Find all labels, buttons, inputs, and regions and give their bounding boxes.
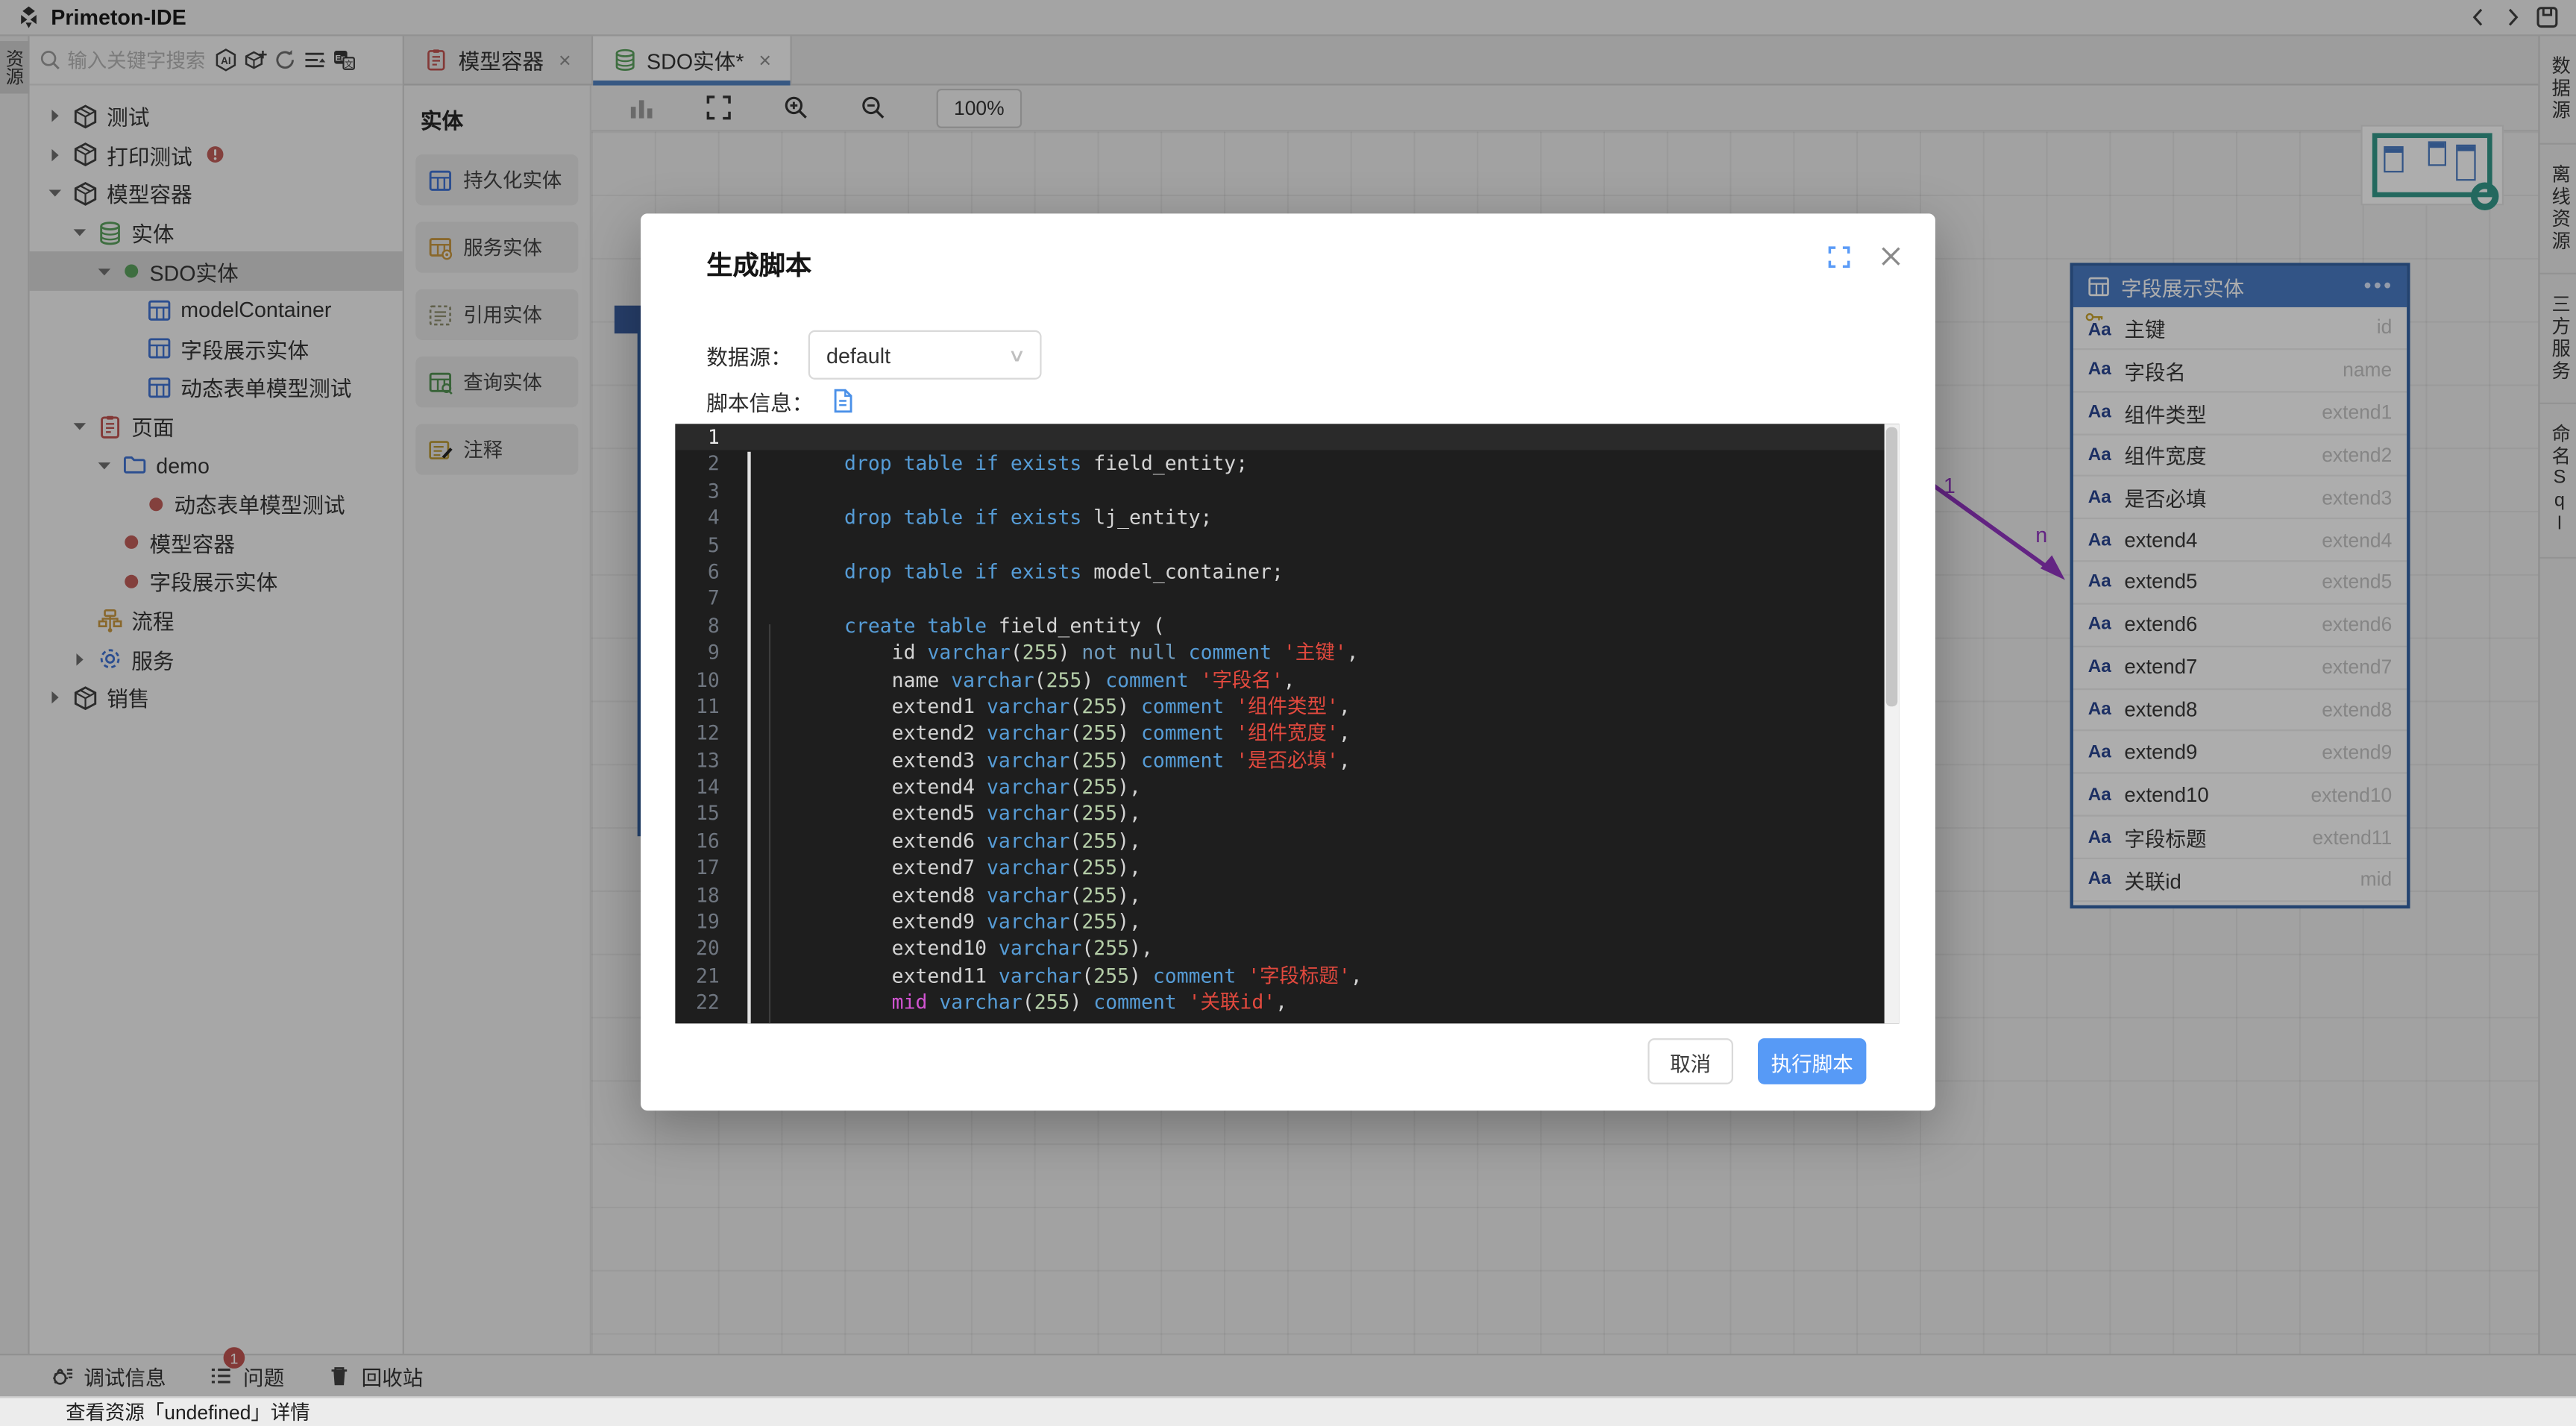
code-line: 5 xyxy=(675,532,1899,559)
line-number: 9 xyxy=(675,639,741,666)
generate-script-dialog: 生成脚本 数据源： default ∨ 脚本信息： 12 drop table … xyxy=(641,213,1935,1111)
code-line: 14 extend4 varchar(255), xyxy=(675,774,1899,801)
line-number: 14 xyxy=(675,774,741,801)
code-line: 20 extend10 varchar(255), xyxy=(675,935,1899,962)
code-line: 19 extend9 varchar(255), xyxy=(675,908,1899,935)
line-number: 4 xyxy=(675,505,741,532)
line-number: 3 xyxy=(675,478,741,505)
line-number: 19 xyxy=(675,908,741,935)
chevron-down-icon: ∨ xyxy=(1008,344,1026,365)
script-info-label: 脚本信息： xyxy=(706,386,813,417)
code-line: 12 extend2 varchar(255) comment '组件宽度', xyxy=(675,720,1899,747)
line-number: 12 xyxy=(675,720,741,747)
code-line: 1 xyxy=(675,424,1899,450)
run-script-button[interactable]: 执行脚本 xyxy=(1758,1038,1866,1084)
line-number: 6 xyxy=(675,559,741,585)
status-bar: 查看资源「undefined」详情 xyxy=(0,1396,2576,1426)
code-line: 4 drop table if exists lj_entity; xyxy=(675,505,1899,532)
code-line: 16 extend6 varchar(255), xyxy=(675,828,1899,855)
code-line: 10 name varchar(255) comment '字段名', xyxy=(675,666,1899,693)
code-line: 21 extend11 varchar(255) comment '字段标题', xyxy=(675,962,1899,989)
line-number: 10 xyxy=(675,666,741,693)
code-line: 7 xyxy=(675,585,1899,612)
code-line: 2 drop table if exists field_entity; xyxy=(675,450,1899,477)
line-number: 16 xyxy=(675,828,741,855)
line-number: 15 xyxy=(675,801,741,828)
editor-indent-guide xyxy=(769,624,770,1023)
line-number: 1 xyxy=(675,424,741,450)
dialog-title: 生成脚本 xyxy=(706,243,811,283)
line-number: 22 xyxy=(675,990,741,1017)
code-line: 18 extend8 varchar(255), xyxy=(675,882,1899,908)
code-line: 11 extend1 varchar(255) comment '组件类型', xyxy=(675,693,1899,720)
editor-guide-line xyxy=(747,452,750,1024)
script-code-editor[interactable]: 12 drop table if exists field_entity;34 … xyxy=(675,424,1899,1023)
status-text: 查看资源「undefined」详情 xyxy=(66,1398,310,1426)
line-number: 18 xyxy=(675,882,741,908)
line-number: 17 xyxy=(675,855,741,882)
code-line: 17 extend7 varchar(255), xyxy=(675,855,1899,882)
line-number: 2 xyxy=(675,450,741,477)
code-line: 9 id varchar(255) not null comment '主键', xyxy=(675,639,1899,666)
line-number: 21 xyxy=(675,962,741,989)
code-line: 8 create table field_entity ( xyxy=(675,612,1899,639)
fullscreen-icon[interactable] xyxy=(1827,245,1852,269)
editor-scrollbar[interactable] xyxy=(1885,424,1900,1023)
line-number: 20 xyxy=(675,935,741,962)
code-line: 22 mid varchar(255) comment '关联id', xyxy=(675,990,1899,1017)
datasource-label: 数据源： xyxy=(706,339,792,371)
code-line: 13 extend3 varchar(255) comment '是否必填', xyxy=(675,747,1899,774)
script-file-icon[interactable] xyxy=(829,388,855,414)
datasource-select[interactable]: default ∨ xyxy=(808,330,1042,380)
line-number: 13 xyxy=(675,747,741,774)
code-line: 15 extend5 varchar(255), xyxy=(675,801,1899,828)
line-number: 5 xyxy=(675,532,741,559)
ide-window: Primeton-IDE 资源 AI En文 测试打印测试模型容器实体SDO实体… xyxy=(0,0,2576,1426)
cancel-button[interactable]: 取消 xyxy=(1647,1038,1733,1084)
line-number: 8 xyxy=(675,612,741,639)
code-line: 6 drop table if exists model_container; xyxy=(675,559,1899,585)
close-icon[interactable] xyxy=(1878,243,1904,269)
code-line: 3 xyxy=(675,478,1899,505)
datasource-value: default xyxy=(826,342,890,367)
line-number: 7 xyxy=(675,585,741,612)
line-number: 11 xyxy=(675,693,741,720)
